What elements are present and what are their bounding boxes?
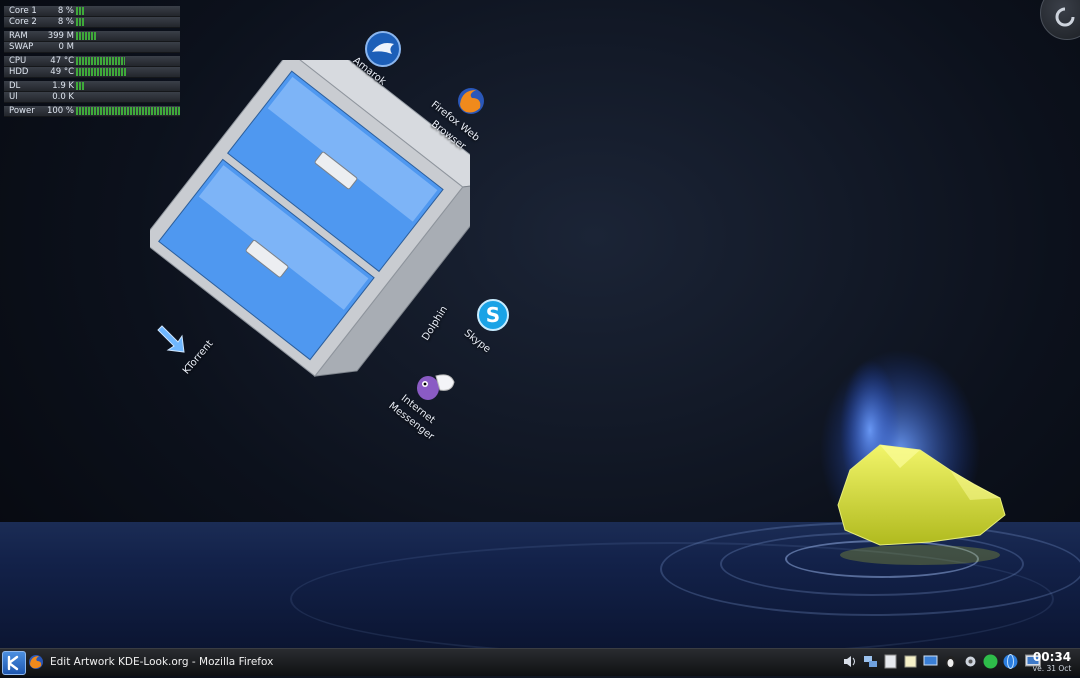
- clipboard-icon[interactable]: [882, 653, 899, 670]
- desktop-icon-internet-messenger[interactable]: [414, 370, 458, 404]
- amarok-wolf-icon: [365, 31, 401, 67]
- skype-tray-icon[interactable]: [982, 653, 999, 670]
- monitor-value: 8 %: [57, 6, 74, 16]
- monitor-label: DL: [9, 81, 21, 91]
- monitor-group-memory: RAM 399 M SWAP 0 M: [4, 31, 180, 53]
- desktop-icon-amarok[interactable]: [364, 30, 404, 70]
- monitor-value: 399 M: [47, 31, 74, 41]
- desktop-icon-ktorrent[interactable]: [156, 322, 190, 356]
- monitor-bar: [76, 18, 84, 26]
- monitor-icon[interactable]: [922, 653, 939, 670]
- monitor-row: Core 1 8 %: [4, 6, 180, 17]
- monitor-bar: [76, 57, 125, 65]
- skype-icon: S: [477, 299, 509, 331]
- monitor-value: 100 %: [46, 106, 74, 116]
- monitor-value: 1.9 K: [52, 81, 74, 91]
- ktorrent-icon: [157, 325, 185, 353]
- clock-time: 00:34: [1032, 650, 1072, 664]
- wallpaper-crystal-art: [820, 350, 1006, 565]
- monitor-bar: [76, 68, 127, 76]
- monitor-value: 0.0 K: [52, 92, 74, 102]
- monitor-bar: [76, 7, 84, 15]
- task-item-firefox[interactable]: Edit Artwork KDE-Look.org - Mozilla Fire…: [28, 652, 273, 672]
- monitor-value: 47 °C: [50, 56, 74, 66]
- tux-icon[interactable]: [942, 653, 959, 670]
- monitor-label: RAM: [9, 31, 28, 41]
- notes-icon[interactable]: [902, 653, 919, 670]
- desktop-toolbox-cashew[interactable]: [1040, 0, 1080, 40]
- monitor-label: CPU: [9, 56, 27, 66]
- desktop-icon-firefox[interactable]: [456, 86, 488, 118]
- kde-logo-icon: [7, 655, 19, 671]
- svg-text:S: S: [486, 303, 500, 327]
- globe-icon[interactable]: [1002, 653, 1019, 670]
- monitor-row: SWAP 0 M: [4, 42, 180, 53]
- monitor-label: Ul: [9, 92, 18, 102]
- monitor-row: Core 2 8 %: [4, 17, 180, 28]
- firefox-icon: [458, 88, 484, 114]
- settings-icon[interactable]: [962, 653, 979, 670]
- clock-widget[interactable]: 00:34 ve. 31 Oct: [1030, 650, 1074, 674]
- clock-date: ve. 31 Oct: [1032, 664, 1072, 673]
- kmenu-button[interactable]: [2, 651, 26, 675]
- monitor-value: 8 %: [57, 17, 74, 27]
- monitor-row: RAM 399 M: [4, 31, 180, 42]
- monitor-label: Core 1: [9, 6, 37, 16]
- monitor-value: 0 M: [58, 42, 74, 52]
- volume-icon[interactable]: [842, 653, 859, 670]
- desktop-icon-skype[interactable]: S: [476, 298, 512, 334]
- monitor-label: HDD: [9, 67, 29, 77]
- system-tray: [842, 653, 1044, 673]
- monitor-label: Core 2: [9, 17, 37, 27]
- plasma-cashew-icon: [1055, 7, 1075, 27]
- taskbar: Edit Artwork KDE-Look.org - Mozilla Fire…: [0, 648, 1080, 676]
- monitor-group-cpu: Core 1 8 % Core 2 8 %: [4, 6, 180, 28]
- monitor-label: SWAP: [9, 42, 34, 52]
- monitor-bar: [76, 82, 84, 90]
- monitor-value: 49 °C: [50, 67, 74, 77]
- monitor-bar: [76, 32, 97, 40]
- messenger-bird-icon: [417, 374, 455, 400]
- task-title: Edit Artwork KDE-Look.org - Mozilla Fire…: [50, 656, 274, 668]
- firefox-icon: [29, 655, 43, 669]
- monitor-label: Power: [9, 106, 35, 116]
- network-icon[interactable]: [862, 653, 879, 670]
